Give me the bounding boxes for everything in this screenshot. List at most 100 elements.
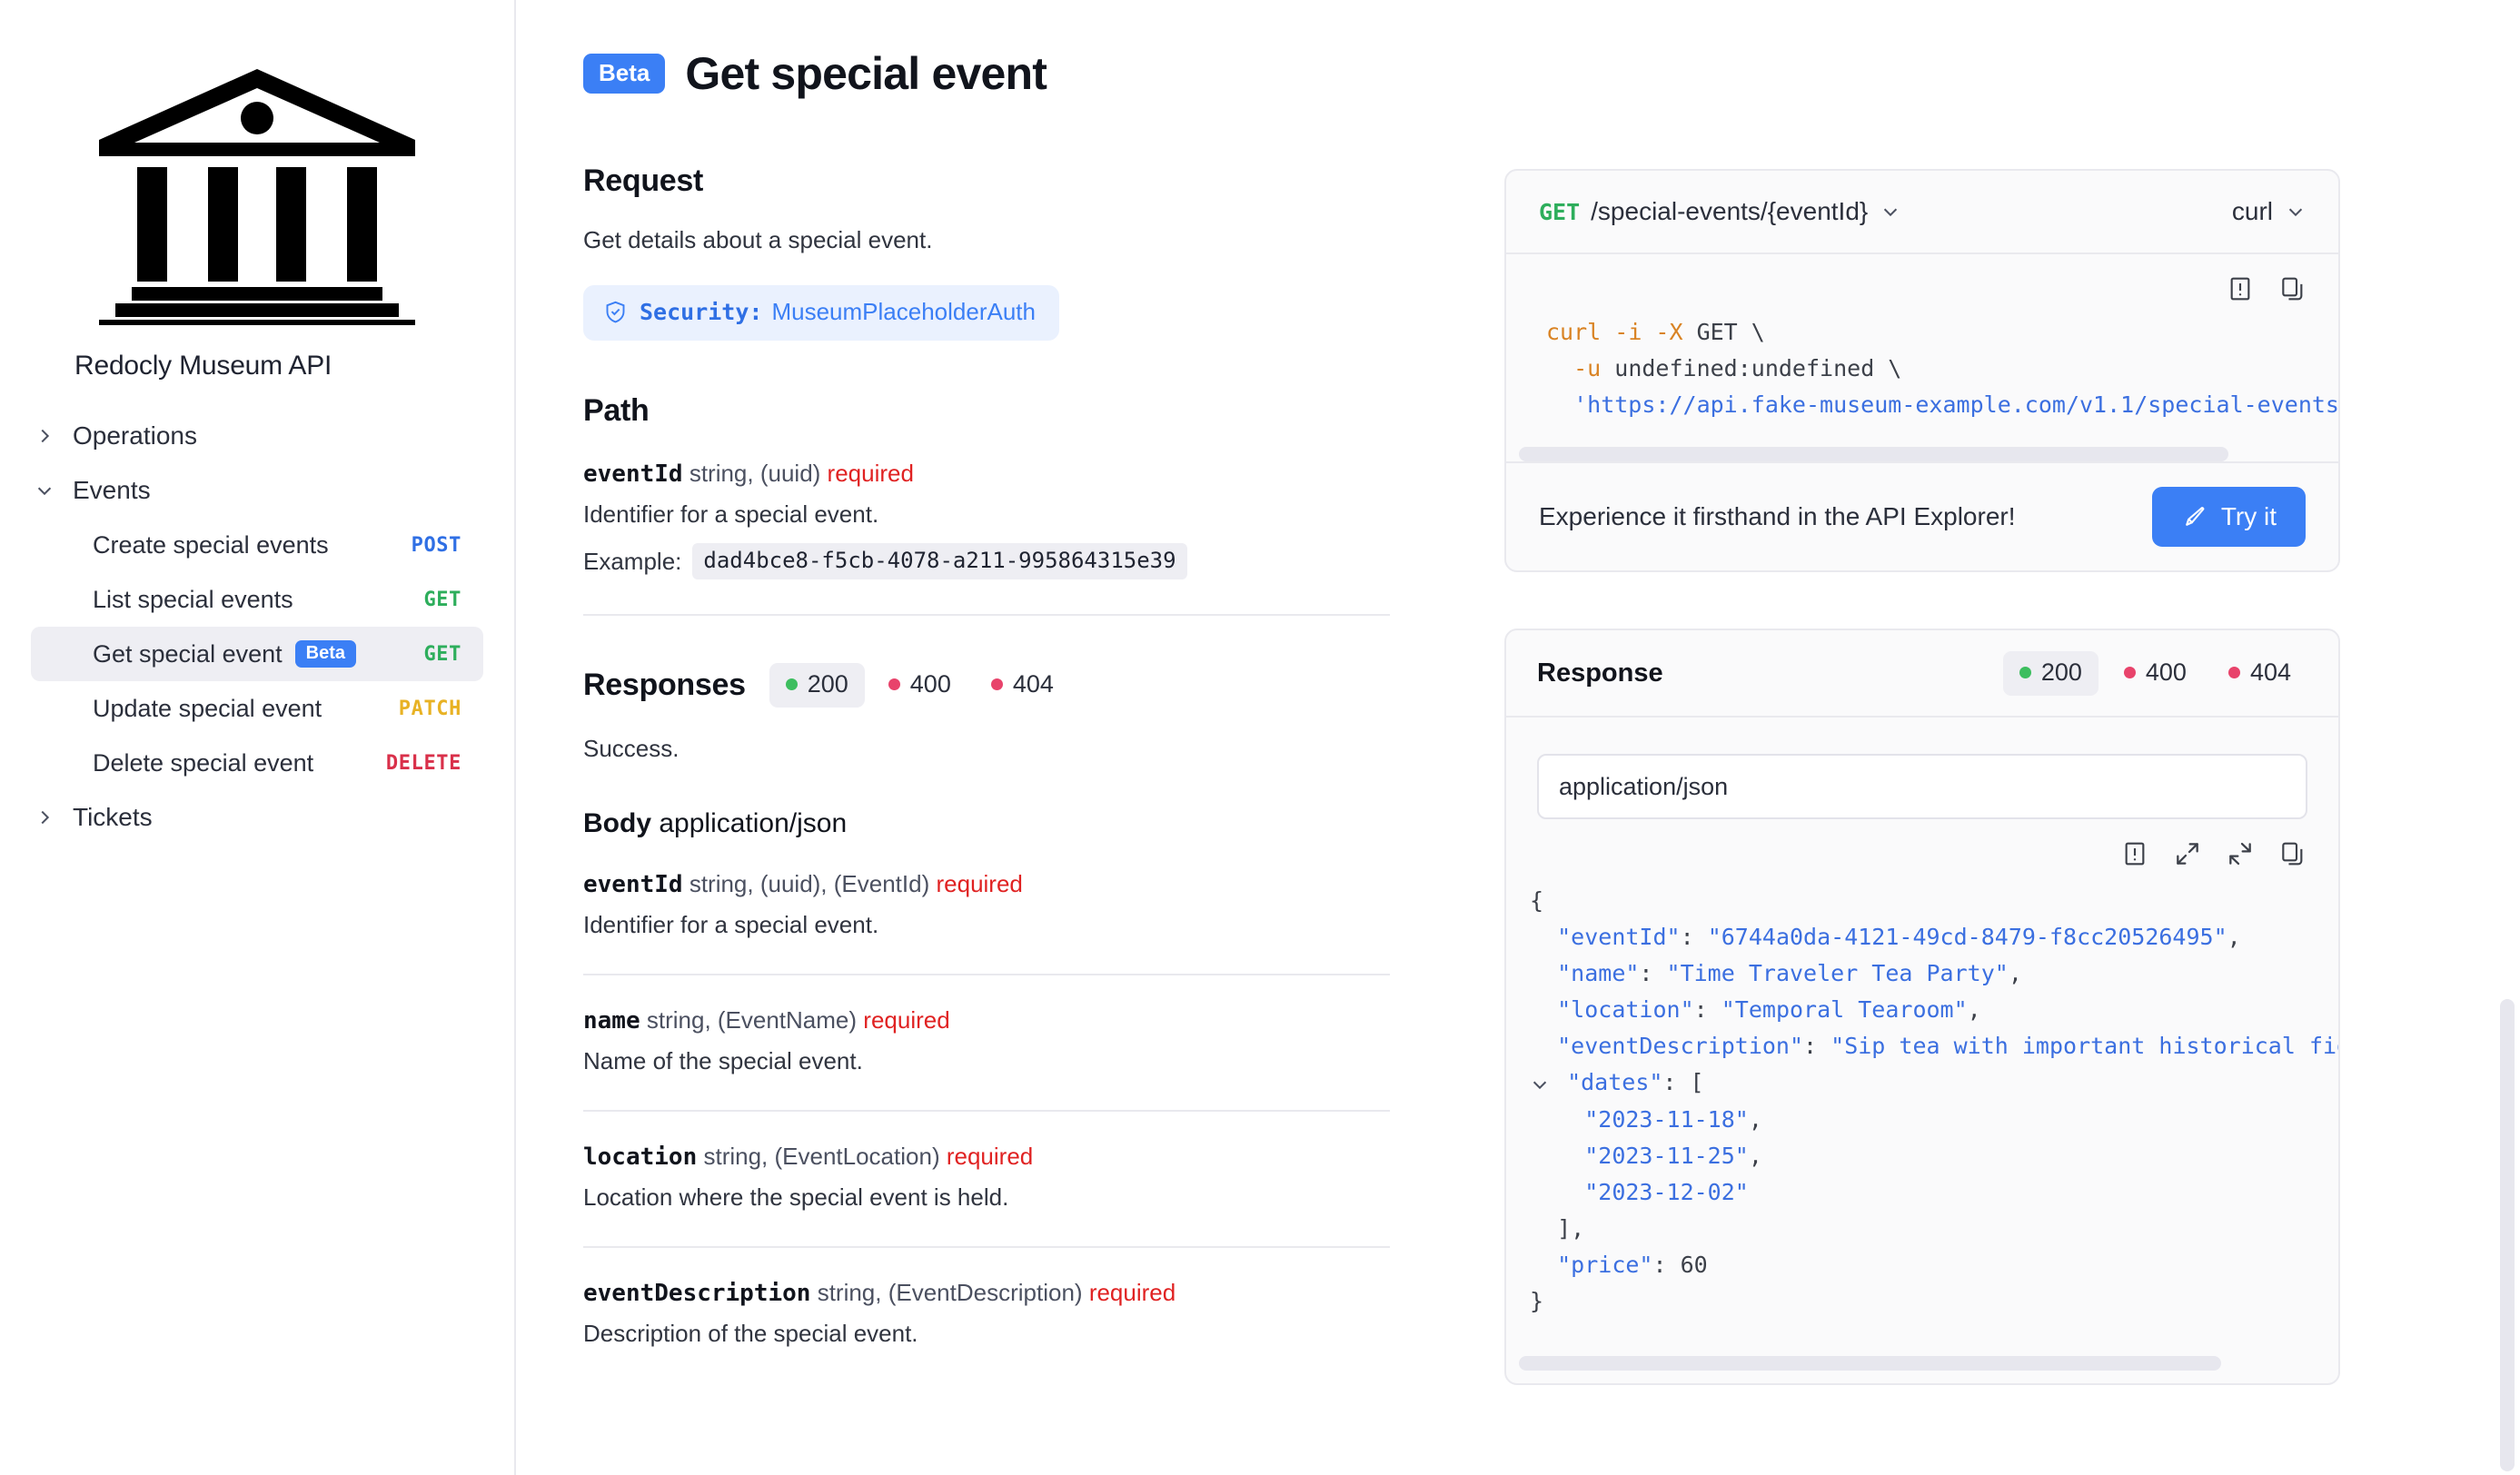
security-banner[interactable]: Security: MuseumPlaceholderAuth	[583, 285, 1059, 341]
example-label: Example:	[583, 547, 682, 575]
main-content: Beta Get special event Request Get detai…	[516, 0, 2520, 1475]
body-mime: application/json	[659, 808, 848, 838]
field-name: name	[583, 1007, 640, 1034]
report-issue-icon[interactable]	[2120, 839, 2149, 868]
sidebar-item-method: DELETE	[385, 751, 461, 775]
status-tab-404[interactable]: 404	[975, 663, 1070, 708]
json-key: "eventId"	[1557, 924, 1681, 950]
copy-icon[interactable]	[2278, 839, 2307, 868]
response-json-block: { "eventId": "6744a0da-4121-49cd-8479-f8…	[1506, 874, 2338, 1320]
report-issue-icon[interactable]	[2226, 274, 2255, 303]
response-status-tab-404[interactable]: 404	[2212, 651, 2307, 696]
chevron-down-icon[interactable]	[1530, 1065, 1553, 1102]
response-status-tab-200[interactable]: 200	[2002, 650, 2098, 696]
response-hscrollbar[interactable]	[1519, 1356, 2326, 1371]
try-it-button[interactable]: Try it	[2151, 487, 2306, 547]
json-comma: ,	[1967, 996, 1981, 1023]
json-key: "eventDescription"	[1557, 1033, 1804, 1059]
sidebar-nav: Operations Events Create special events …	[0, 409, 514, 845]
field-example: Example: dad4bce8-f5cb-4078-a211-9958643…	[583, 543, 1479, 579]
field-signature: name string, (EventName) required	[583, 1006, 1479, 1034]
divider	[583, 614, 1390, 616]
field-name: location	[583, 1143, 698, 1171]
sidebar: Redocly Museum API Operations Events Cre…	[0, 0, 516, 1475]
curl-code-block: curl -i -X GET \ -u undefined:undefined …	[1506, 309, 2338, 423]
page-vertical-scrollbar[interactable]	[2500, 999, 2515, 1471]
body-field-name: name string, (EventName) required Name o…	[583, 975, 1479, 1075]
json-value: 60	[1680, 1252, 1708, 1278]
json-key: "location"	[1557, 996, 1694, 1023]
json-comma: ,	[1748, 1106, 1762, 1133]
sidebar-group-operations[interactable]: Operations	[0, 409, 514, 463]
response-sample-panel: Response 200 400 404 application/json {…	[1504, 629, 2340, 1385]
logo-container	[0, 0, 514, 325]
json-key: "price"	[1557, 1252, 1653, 1278]
sidebar-item-label: Get special event	[93, 639, 283, 668]
try-it-label: Try it	[2220, 502, 2277, 530]
request-sample-hscrollbar[interactable]	[1519, 447, 2326, 461]
try-it-text: Experience it firsthand in the API Explo…	[1539, 502, 2016, 530]
chevron-right-icon	[33, 806, 56, 829]
sidebar-item-update-special-event[interactable]: Update special event PATCH	[31, 681, 483, 736]
collapse-all-icon[interactable]	[2226, 839, 2255, 868]
request-sample-toolbar	[1506, 254, 2338, 309]
sidebar-item-delete-special-event[interactable]: Delete special event DELETE	[31, 736, 483, 790]
sidebar-item-get-special-event[interactable]: Get special event Beta GET	[31, 627, 483, 681]
status-tab-label: 400	[2145, 658, 2187, 686]
chevron-down-icon	[2286, 202, 2306, 222]
field-type: string, (EventDescription)	[817, 1279, 1083, 1306]
json-value: "Time Traveler Tea Party"	[1666, 960, 2009, 986]
security-scheme-link[interactable]: MuseumPlaceholderAuth	[771, 298, 1036, 326]
beta-badge: Beta	[583, 54, 666, 94]
responses-description: Success.	[583, 735, 680, 762]
sidebar-item-create-special-events[interactable]: Create special events POST	[31, 518, 483, 572]
response-status-tab-400[interactable]: 400	[2108, 651, 2203, 696]
page-title: Get special event	[685, 48, 1047, 99]
status-tab-400[interactable]: 400	[872, 663, 967, 708]
json-array-item: "2023-11-18"	[1584, 1106, 1749, 1133]
status-tab-label: 400	[909, 670, 951, 698]
code-flags: -i -X	[1601, 319, 1697, 345]
response-mime-select[interactable]: application/json	[1537, 754, 2307, 819]
json-open-brace: {	[1530, 887, 1544, 914]
json-array-item: "2023-11-25"	[1584, 1143, 1749, 1169]
example-value: dad4bce8-f5cb-4078-a211-995864315e39	[692, 543, 1187, 579]
sidebar-item-method: PATCH	[398, 697, 461, 720]
chevron-down-icon[interactable]	[1880, 202, 1900, 222]
sidebar-group-tickets[interactable]: Tickets	[0, 790, 514, 845]
response-panel-status-tabs: 200 400 404	[2002, 650, 2307, 696]
language-label: curl	[2231, 197, 2273, 225]
body-field-eventdescription: eventDescription string, (EventDescripti…	[583, 1248, 1479, 1348]
field-signature: eventId string, (uuid) required	[583, 460, 1479, 488]
sidebar-item-label: Create special events	[93, 530, 329, 559]
status-dot-icon	[990, 678, 1003, 690]
json-key: "dates"	[1567, 1069, 1663, 1095]
request-description: Get details about a special event.	[583, 226, 933, 253]
sample-endpoint: /special-events/{eventId}	[1591, 197, 1869, 225]
api-docs-page: Redocly Museum API Operations Events Cre…	[0, 0, 2520, 1475]
sidebar-item-method: GET	[423, 588, 461, 611]
json-comma: ,	[1748, 1143, 1762, 1169]
field-type: string, (uuid)	[689, 460, 821, 487]
copy-icon[interactable]	[2278, 274, 2307, 303]
museum-building-icon	[88, 53, 426, 325]
code-text: GET \	[1696, 319, 1765, 345]
beta-badge: Beta	[294, 640, 356, 668]
documentation-column: Beta Get special event Request Get detai…	[516, 0, 1479, 1475]
json-key: "name"	[1557, 960, 1640, 986]
sidebar-group-label: Tickets	[73, 803, 153, 831]
json-comma: ,	[2008, 960, 2022, 986]
path-heading: Path	[583, 393, 650, 428]
code-url: 'https://api.fake-museum-example.com/v1.…	[1546, 391, 2338, 418]
sidebar-group-events[interactable]: Events	[0, 463, 514, 518]
sidebar-item-list-special-events[interactable]: List special events GET	[31, 572, 483, 627]
json-array-close: ],	[1557, 1215, 1585, 1242]
field-description: Identifier for a special event.	[583, 911, 879, 938]
sidebar-item-method: GET	[423, 642, 461, 666]
body-field-eventid: eventId string, (uuid), (EventId) requir…	[583, 839, 1479, 939]
expand-all-icon[interactable]	[2173, 839, 2202, 868]
language-selector[interactable]: curl	[2232, 197, 2306, 226]
try-it-bar: Experience it firsthand in the API Explo…	[1506, 461, 2338, 570]
status-tab-200[interactable]: 200	[769, 663, 865, 708]
response-panel-title: Response	[1537, 658, 1663, 688]
